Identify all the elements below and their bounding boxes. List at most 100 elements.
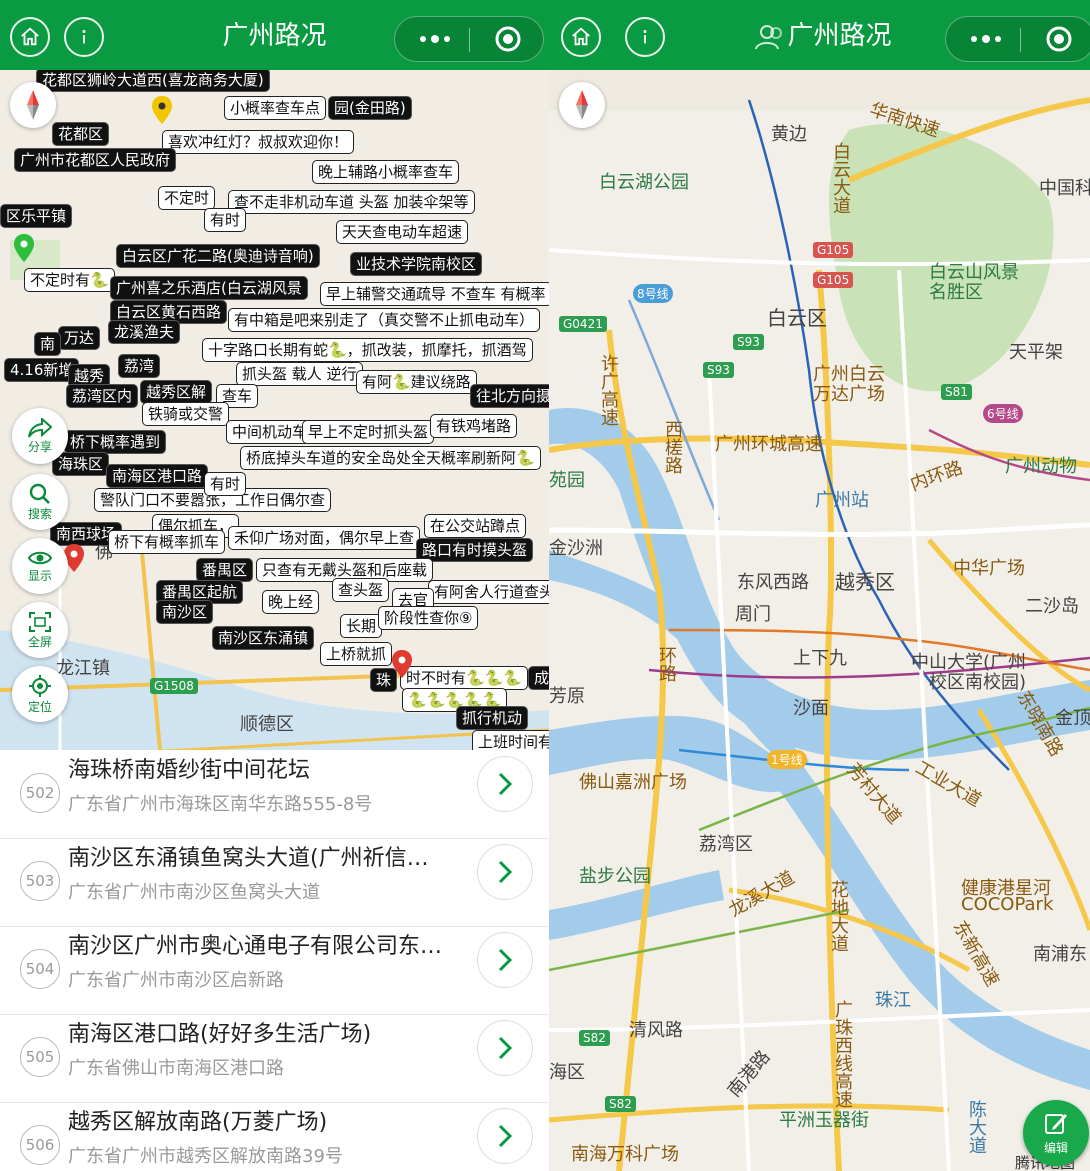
marker-label[interactable]: 阶段性查你⑨ xyxy=(378,606,479,630)
close-miniprogram-button[interactable] xyxy=(1034,17,1084,61)
marker-label[interactable]: 荔湾区内 xyxy=(66,384,139,408)
chevron-right-icon xyxy=(498,860,513,884)
marker-label[interactable]: 晚上经 xyxy=(262,590,320,614)
marker-label[interactable]: 有中箱是吧来别走了（真交警不止抓电动车） xyxy=(228,308,541,332)
marker-label[interactable]: 广州喜之乐酒店(白云湖风景 xyxy=(110,276,308,300)
marker-label[interactable]: 在公交站蹲点 xyxy=(424,514,527,538)
marker-label[interactable]: 禾仰广场对面，偶尔早上查 xyxy=(228,526,421,550)
marker-label[interactable]: 桥底掉头车道的安全岛处全天概率刷新阿🐍 xyxy=(240,446,541,470)
place-label: 二沙岛 xyxy=(1025,596,1079,617)
marker-label[interactable]: 有铁鸡堵路 xyxy=(430,414,518,438)
info-button[interactable] xyxy=(64,17,104,57)
marker-label[interactable]: 白云区广花二路(奥迪诗音响) xyxy=(116,244,320,268)
marker-label[interactable]: 时不时有🐍🐍🐍 xyxy=(400,666,529,690)
marker-label[interactable]: 成 xyxy=(528,666,549,690)
search-button[interactable]: 搜索 xyxy=(12,474,68,530)
more-button[interactable] xyxy=(956,17,1016,61)
marker-label[interactable]: 桥下有概率抓车 xyxy=(108,530,226,554)
marker-label[interactable]: 番禺区 xyxy=(196,558,254,582)
marker-label[interactable]: 晚上辅路小概率查车 xyxy=(312,160,460,184)
go-button[interactable] xyxy=(477,932,533,988)
locate-icon xyxy=(29,675,51,697)
list-item[interactable]: 505 南海区港口路(好好多生活广场) 广东省佛山市南海区港口路 xyxy=(0,1014,549,1103)
edit-button[interactable]: 编辑 xyxy=(1023,1100,1089,1166)
map-background xyxy=(549,70,1090,1171)
marker-label[interactable]: 园(金田路) xyxy=(328,96,412,120)
marker-label[interactable]: 小概率查车点 xyxy=(224,96,327,120)
marker-label[interactable]: 上班时间有 xyxy=(472,730,549,750)
highway-shield: S81 xyxy=(941,384,972,400)
edit-label: 编辑 xyxy=(1043,1140,1068,1155)
go-button[interactable] xyxy=(477,1020,533,1076)
marker-label[interactable]: 海珠区 xyxy=(52,452,110,476)
marker-label[interactable]: 广州市花都区人民政府 xyxy=(14,148,177,172)
marker-label[interactable]: 路口有时摸头盔 xyxy=(416,538,534,562)
marker-label[interactable]: 花都区 xyxy=(52,122,110,146)
list-item[interactable]: 504 南沙区广州市奥心通电子有限公司东… 广东省广州市南沙区启新路 xyxy=(0,926,549,1015)
item-address: 广东省广州市海珠区南华东路555-8号 xyxy=(68,794,373,815)
marker-label[interactable]: 桥下概率遇到 xyxy=(64,430,167,454)
place-label: 上下九 xyxy=(793,648,847,669)
marker-label[interactable]: 铁骑或交警 xyxy=(142,402,230,426)
compass-button[interactable] xyxy=(559,82,605,128)
marker-label[interactable]: 早上辅警交通疏导 不查车 有概率 xyxy=(320,282,549,306)
marker-label[interactable]: 万达 xyxy=(58,326,101,350)
map-view[interactable]: 黄边 华南快速 白云湖公园 白云大道 中国科 白云山风景 名胜区 G105 G1… xyxy=(549,70,1090,1171)
map-view[interactable]: 龙江镇 顺德区 G1508 佛 花都区狮岭大道西(喜龙商务大厦) 小概率查车点 … xyxy=(0,70,549,750)
marker-label[interactable]: 业技术学院南校区 xyxy=(350,252,483,276)
marker-label[interactable]: 有阿🐍建议绕路 xyxy=(356,370,477,394)
item-address: 广东省广州市南沙区启新路 xyxy=(68,970,284,991)
marker-label[interactable]: 不定时 xyxy=(158,186,216,210)
marker-label[interactable]: 有阿舍人行道查头盔 xyxy=(428,580,549,604)
map-pin-red-icon[interactable] xyxy=(392,650,412,678)
marker-label[interactable]: 有时 xyxy=(204,208,247,232)
compass-button[interactable] xyxy=(10,82,56,128)
info-icon xyxy=(82,30,86,44)
marker-label[interactable]: 抓头盔 载人 逆行 xyxy=(236,362,363,386)
marker-label[interactable]: 区乐平镇 xyxy=(0,204,73,228)
map-pin-yellow-icon[interactable] xyxy=(152,96,172,124)
go-button[interactable] xyxy=(477,756,533,812)
marker-label[interactable]: 有时 xyxy=(204,472,247,496)
highway-shield: G105 xyxy=(813,272,854,288)
fullscreen-button[interactable]: 全屏 xyxy=(12,602,68,658)
marker-label[interactable]: 长期 xyxy=(340,614,383,638)
location-list: 502 海珠桥南婚纱街中间花坛 广东省广州市海珠区南华东路555-8号 503 … xyxy=(0,750,549,1171)
list-item[interactable]: 506 越秀区解放南路(万菱广场) 广东省广州市越秀区解放南路39号 xyxy=(0,1102,549,1171)
display-button[interactable]: 显示 xyxy=(12,538,68,594)
marker-label[interactable]: 龙溪渔夫 xyxy=(108,320,181,344)
marker-label[interactable]: 越秀区解 xyxy=(140,380,213,404)
map-pin-green-icon[interactable] xyxy=(14,234,34,262)
capsule-menu xyxy=(394,16,544,62)
info-button[interactable] xyxy=(625,17,665,57)
more-button[interactable] xyxy=(405,17,465,61)
marker-label[interactable]: 花都区狮岭大道西(喜龙商务大厦) xyxy=(36,70,270,92)
marker-label[interactable]: 天天查电动车超速 xyxy=(336,220,469,244)
marker-label[interactable]: 上桥就抓 xyxy=(320,642,393,666)
share-button[interactable]: 分享 xyxy=(12,408,68,464)
go-button[interactable] xyxy=(477,1108,533,1164)
marker-label[interactable]: 早上不定时抓头盔 xyxy=(302,420,435,444)
marker-label[interactable]: 十字路口长期有蛇🐍，抓改装，抓摩托，抓酒驾 xyxy=(202,338,533,362)
close-miniprogram-button[interactable] xyxy=(483,17,533,61)
item-title: 越秀区解放南路(万菱广场) xyxy=(68,1110,328,1135)
list-item[interactable]: 502 海珠桥南婚纱街中间花坛 广东省广州市海珠区南华东路555-8号 xyxy=(0,750,549,839)
marker-label[interactable]: 查不走非机动车道 头盔 加装伞架等 xyxy=(228,190,475,214)
home-button[interactable] xyxy=(561,17,601,57)
marker-label[interactable]: 南海区港口路 xyxy=(106,464,209,488)
marker-label[interactable]: 荔湾 xyxy=(118,354,161,378)
marker-label[interactable]: 抓行机动 xyxy=(456,706,529,730)
list-item[interactable]: 503 南沙区东涌镇鱼窝头大道(广州祈信… 广东省广州市南沙区鱼窝头大道 xyxy=(0,838,549,927)
go-button[interactable] xyxy=(477,844,533,900)
locate-button[interactable]: 定位 xyxy=(12,666,68,722)
marker-label[interactable]: 南沙区东涌镇 xyxy=(212,626,315,650)
marker-label[interactable]: 查头盔 xyxy=(332,578,390,602)
marker-label[interactable]: 喜欢冲红灯？叔叔欢迎你！ xyxy=(162,130,355,154)
marker-label[interactable]: 中间机动车 xyxy=(226,420,314,444)
item-title: 南沙区东涌镇鱼窝头大道(广州祈信… xyxy=(68,846,429,871)
marker-label[interactable]: 往北方向摄 xyxy=(470,384,549,408)
marker-label[interactable]: 南沙区 xyxy=(156,600,214,624)
marker-label[interactable]: 南 xyxy=(34,332,62,356)
marker-label[interactable]: 不定时有🐍 xyxy=(24,268,115,292)
home-button[interactable] xyxy=(10,17,50,57)
